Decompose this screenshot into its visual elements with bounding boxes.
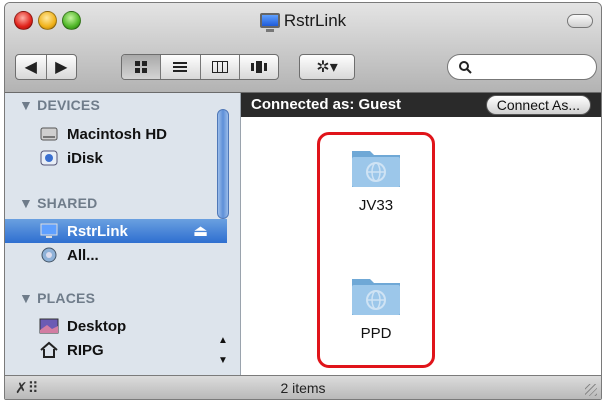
network-icon <box>41 247 57 263</box>
connection-bar: Connected as: Guest Connect As... <box>241 93 601 117</box>
sidebar-item-label: RIPG <box>67 341 104 359</box>
gear-icon: ✲▾ <box>316 59 338 76</box>
search-icon <box>459 61 472 74</box>
sidebar-item-rstrlink[interactable]: RstrLink <box>39 220 128 242</box>
column-view-icon <box>211 61 228 73</box>
icon-view-button[interactable] <box>122 55 162 79</box>
window-title: RstrLink <box>5 11 601 32</box>
folder-name: PPD <box>360 325 392 342</box>
home-icon <box>40 341 58 358</box>
sidebar-item-all[interactable]: All... <box>39 244 99 266</box>
sidebar-scroll-arrows[interactable]: ▲ ▼ <box>217 331 229 371</box>
title-toolbar-bar: RstrLink ◀ ▶ ✲▾ <box>5 3 601 93</box>
section-devices[interactable]: ▼ DEVICES <box>19 97 100 113</box>
forward-button[interactable]: ▶ <box>47 55 77 79</box>
sidebar-item-label: Desktop <box>67 317 127 335</box>
sidebar-item-idisk[interactable]: iDisk <box>39 147 103 169</box>
section-places[interactable]: ▼ PLACES <box>19 290 95 306</box>
section-shared[interactable]: ▼ SHARED <box>19 195 97 211</box>
list-view-button[interactable] <box>161 55 201 79</box>
sidebar-item-ripg[interactable]: RIPG <box>39 339 104 361</box>
desktop-icon <box>39 318 59 334</box>
eject-icon[interactable]: ⏏ <box>193 221 208 241</box>
sidebar-item-label: All... <box>67 246 99 264</box>
hard-disk-icon <box>40 127 58 141</box>
connect-as-button[interactable]: Connect As... <box>485 95 591 115</box>
toolbar-toggle-button[interactable] <box>567 14 593 28</box>
sidebar-item-macintosh-hd[interactable]: Macintosh HD <box>39 123 167 145</box>
sidebar-item-label: Macintosh HD <box>67 125 168 143</box>
list-view-icon <box>173 62 188 72</box>
icon-view-icon <box>135 61 148 73</box>
finder-window: RstrLink ◀ ▶ ✲▾ ▼ DEVICES Macintosh HD i… <box>4 2 602 400</box>
shared-folder-icon <box>352 279 400 315</box>
action-menu-button[interactable]: ✲▾ <box>299 54 355 80</box>
shared-folder-icon <box>352 151 400 187</box>
column-view-button[interactable] <box>201 55 240 79</box>
view-mode-control <box>121 54 279 80</box>
folder-item-jv33[interactable]: JV33 <box>341 143 411 214</box>
connection-status: Connected as: Guest <box>251 96 402 113</box>
back-forward-control: ◀ ▶ <box>15 54 77 80</box>
sidebar-item-desktop[interactable]: Desktop <box>39 315 126 337</box>
status-bar: ✗⠿ 2 items <box>5 375 601 399</box>
folder-item-ppd[interactable]: PPD <box>341 271 411 342</box>
folder-name: JV33 <box>358 197 394 214</box>
server-icon <box>259 13 280 32</box>
sidebar-item-label: RstrLink <box>67 222 128 240</box>
sidebar-scrollbar-thumb[interactable] <box>217 109 229 219</box>
window-title-text: RstrLink <box>283 11 347 30</box>
idisk-icon <box>40 150 58 166</box>
coverflow-view-icon <box>250 61 267 73</box>
sidebar: ▼ DEVICES Macintosh HD iDisk ▼ SHARED Rs… <box>5 93 241 375</box>
resize-grip-icon[interactable] <box>585 384 597 396</box>
server-icon <box>40 223 58 238</box>
sidebar-item-label: iDisk <box>67 149 103 167</box>
file-view: JV33 PPD <box>241 117 601 375</box>
search-field[interactable] <box>447 54 597 80</box>
coverflow-view-button[interactable] <box>240 55 278 79</box>
back-button[interactable]: ◀ <box>16 55 47 79</box>
item-count: 2 items <box>280 380 326 396</box>
